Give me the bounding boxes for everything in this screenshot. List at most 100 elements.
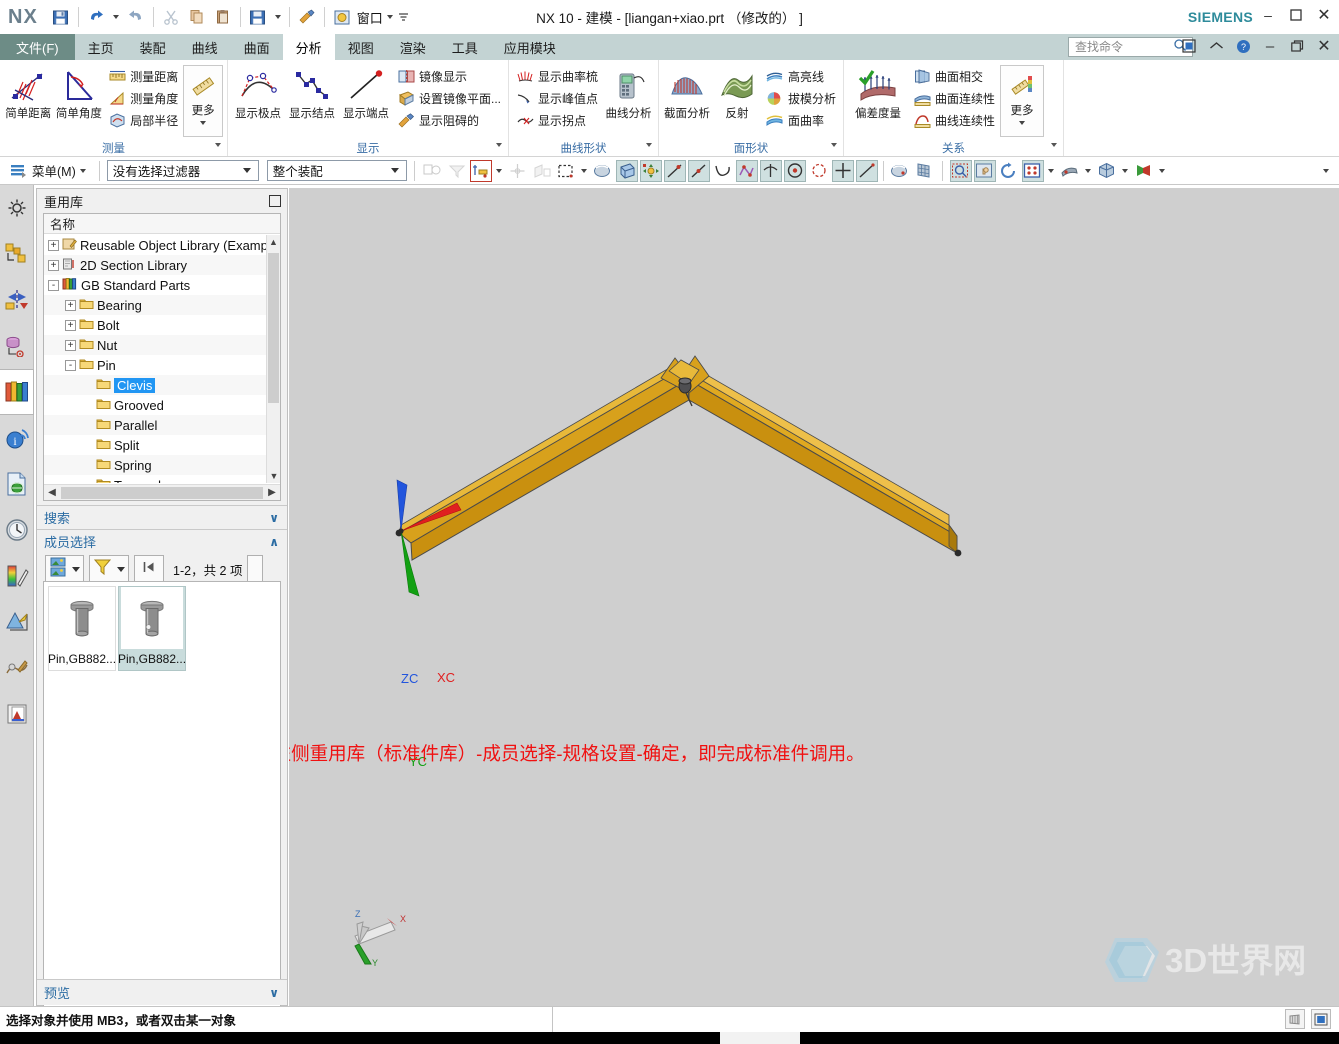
tree-horizontal-scrollbar[interactable]: ◀ ▶: [44, 484, 280, 500]
tree-scroll-thumb[interactable]: [268, 253, 279, 403]
render-style-dropdown-icon[interactable]: [1157, 160, 1168, 182]
pin-icon[interactable]: [269, 195, 281, 207]
tree-item-2d-section-library[interactable]: + 2D Section Library: [44, 255, 280, 275]
surface-intersection-button[interactable]: 曲面相交: [910, 66, 998, 87]
command-search-box[interactable]: [1068, 37, 1193, 57]
search-input[interactable]: [1073, 39, 1173, 55]
pan-icon[interactable]: [973, 159, 996, 182]
restore-window-icon[interactable]: [1288, 37, 1306, 55]
undo-dropdown-icon[interactable]: [109, 4, 123, 30]
tab-analysis[interactable]: 分析: [282, 34, 335, 60]
maximize-button[interactable]: [1287, 6, 1305, 24]
snap-point-dropdown-icon[interactable]: [494, 160, 505, 182]
part-navigator-icon[interactable]: [0, 277, 34, 323]
show-peak-points-button[interactable]: 显示峰值点: [513, 88, 601, 109]
point-on-curve-snap-icon[interactable]: [855, 159, 878, 182]
window-manager-icon[interactable]: [329, 4, 355, 30]
scroll-right-icon[interactable]: ▶: [264, 487, 280, 498]
tree-item-nut[interactable]: + Nut: [44, 335, 280, 355]
existing-point-snap-icon[interactable]: [735, 159, 758, 182]
face-curvature-button[interactable]: 面曲率: [763, 110, 839, 131]
tab-assembly[interactable]: 装配: [127, 34, 179, 60]
minimize-button[interactable]: –: [1259, 6, 1277, 24]
show-inflection-button[interactable]: 显示拐点: [513, 110, 601, 131]
quadrant-snap-icon[interactable]: [712, 160, 734, 182]
measure-dialog-launcher[interactable]: [215, 143, 221, 147]
member-select-section-header[interactable]: 成员选择 ∧: [37, 529, 287, 553]
snap-off-icon[interactable]: [592, 160, 614, 182]
highlight-lines-button[interactable]: 高亮线: [763, 66, 839, 87]
reuse-library-icon[interactable]: [0, 369, 34, 415]
grid-select-icon[interactable]: [913, 160, 935, 182]
tree-vertical-scrollbar[interactable]: ▲ ▼: [266, 235, 280, 483]
tree-item-clevis[interactable]: Clevis: [44, 375, 280, 395]
cut-icon[interactable]: [158, 4, 184, 30]
tree-item-bolt[interactable]: + Bolt: [44, 315, 280, 335]
expander-icon[interactable]: +: [48, 259, 59, 271]
save-icon[interactable]: [48, 4, 74, 30]
fit-view-dropdown-icon[interactable]: [1046, 160, 1057, 182]
selection-scope-combo[interactable]: 整个装配: [266, 160, 407, 181]
system-scene-icon[interactable]: [0, 599, 34, 645]
tree-item-pin[interactable]: - Pin: [44, 355, 280, 375]
control-point-snap-icon[interactable]: [639, 159, 662, 182]
show-endpoints-button[interactable]: 显示端点: [340, 64, 392, 121]
system-materials-icon[interactable]: [0, 553, 34, 599]
first-page-button[interactable]: [134, 555, 164, 583]
filter-button[interactable]: [89, 555, 129, 583]
chevron-up-icon[interactable]: ∧: [269, 535, 279, 549]
shaded-view-icon[interactable]: [1096, 160, 1118, 182]
window-dropdown-icon[interactable]: [383, 4, 397, 30]
view-mode-button[interactable]: [45, 555, 84, 583]
close-window-icon[interactable]: ✕: [1315, 37, 1333, 55]
expander-icon[interactable]: +: [65, 299, 76, 311]
save-as-dropdown-icon[interactable]: [271, 4, 285, 30]
chevron-down-icon[interactable]: ∨: [269, 511, 279, 525]
fit-view-icon[interactable]: [1021, 159, 1044, 182]
rectangle-select-dropdown-icon[interactable]: [579, 160, 590, 182]
center-point-snap-icon[interactable]: [808, 160, 830, 182]
face-select-icon[interactable]: [889, 160, 911, 182]
scroll-down-icon[interactable]: ▼: [267, 469, 281, 483]
sketch-navigator-icon[interactable]: [0, 323, 34, 369]
mirror-display-button[interactable]: 镜像显示: [394, 66, 504, 87]
point-constructor-icon[interactable]: [507, 160, 529, 182]
close-button[interactable]: ✕: [1315, 6, 1333, 24]
system-visual-icon[interactable]: [0, 645, 34, 691]
local-radius-button[interactable]: 局部半径: [105, 110, 181, 131]
cad-model-canvas[interactable]: [289, 188, 1339, 1006]
help-icon[interactable]: ?: [1234, 37, 1252, 55]
show-obstructed-button[interactable]: 显示阻碍的: [394, 110, 504, 131]
show-curvature-comb-button[interactable]: 显示曲率梳: [513, 66, 601, 87]
tree-item-gb-standard-parts[interactable]: - GB Standard Parts: [44, 275, 280, 295]
select-filter-icon[interactable]: [446, 160, 468, 182]
view-orient-dropdown-icon[interactable]: [1083, 160, 1094, 182]
select-general-objects-icon[interactable]: [422, 160, 444, 182]
next-page-button[interactable]: [247, 555, 264, 583]
measure-distance-button[interactable]: 测量距离: [105, 66, 181, 87]
measure-angle-button[interactable]: 测量角度: [105, 88, 181, 109]
deviation-gauge-button[interactable]: 偏差度量: [848, 64, 908, 121]
tab-file[interactable]: 文件(F): [0, 34, 75, 60]
tree-item-bearing[interactable]: + Bearing: [44, 295, 280, 315]
tree-item-tapered[interactable]: Tapered: [44, 475, 280, 483]
midpoint-snap-icon[interactable]: [783, 159, 806, 182]
qat-customize-icon[interactable]: [397, 4, 411, 30]
preview-section-header[interactable]: 预览 ∨: [37, 979, 287, 1005]
history-icon[interactable]: [0, 507, 34, 553]
redo-icon[interactable]: [123, 4, 149, 30]
roles-icon[interactable]: [0, 691, 34, 737]
relations-more-button[interactable]: 更多: [1000, 65, 1045, 137]
measure-more-button[interactable]: 更多: [183, 65, 223, 137]
curve-shape-dialog-launcher[interactable]: [646, 143, 652, 147]
draft-analysis-button[interactable]: 拔模分析: [763, 88, 839, 109]
save-as-icon[interactable]: [245, 4, 271, 30]
tree-item-split[interactable]: Split: [44, 435, 280, 455]
undo-icon[interactable]: [83, 4, 109, 30]
rotate-icon[interactable]: [998, 160, 1020, 182]
surface-continuity-button[interactable]: 曲面连续性: [910, 88, 998, 109]
simple-distance-button[interactable]: 简单距离: [4, 64, 53, 121]
selection-filter-combo[interactable]: 没有选择过滤器: [106, 160, 259, 181]
tab-application[interactable]: 应用模块: [491, 34, 569, 60]
minimize-window-icon[interactable]: –: [1261, 37, 1279, 55]
